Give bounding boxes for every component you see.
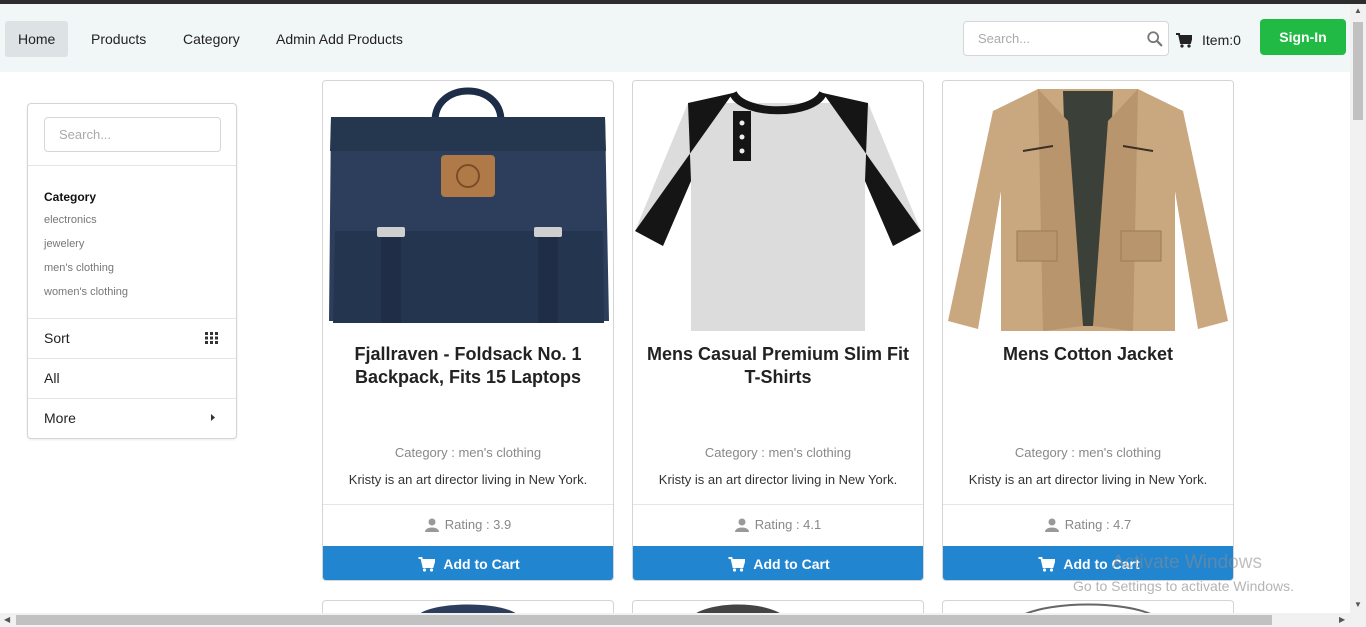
divider	[28, 398, 236, 399]
rating-text: Rating : 4.1	[754, 517, 822, 532]
category-electronics[interactable]: electronics	[44, 214, 97, 226]
vertical-scroll-thumb[interactable]	[1353, 22, 1363, 120]
product-category: Category : men's clothing	[1014, 445, 1162, 460]
nav-products[interactable]: Products	[78, 21, 159, 57]
add-to-cart-button[interactable]: Add to Cart	[323, 546, 613, 580]
more-item[interactable]: More	[44, 410, 76, 426]
product-card-partial[interactable]	[942, 600, 1234, 614]
scroll-right-arrow-icon[interactable]: ▶	[1339, 615, 1345, 624]
product-card-partial[interactable]	[632, 600, 924, 614]
product-description: Kristy is an art director living in New …	[968, 472, 1208, 487]
divider	[28, 318, 236, 319]
product-title[interactable]: Mens Casual Premium Slim Fit T-Shirts	[643, 343, 913, 389]
cart-icon	[418, 556, 436, 572]
activate-windows-hint: Go to Settings to activate Windows.	[1073, 578, 1294, 594]
product-card: Mens Casual Premium Slim Fit T-Shirts Ca…	[632, 80, 924, 581]
cart-link[interactable]: Item:0	[1176, 30, 1241, 50]
product-card-partial[interactable]	[322, 600, 614, 614]
rating-text: Rating : 3.9	[444, 517, 512, 532]
signin-button[interactable]: Sign-In	[1260, 19, 1346, 55]
product-category: Category : men's clothing	[394, 445, 542, 460]
divider	[633, 504, 923, 505]
divider	[323, 504, 613, 505]
sidebar-menu: Category electronics jewelery men's clot…	[27, 103, 237, 439]
nav-admin-add-products[interactable]: Admin Add Products	[263, 21, 416, 57]
divider	[28, 165, 236, 166]
vertical-scrollbar[interactable]: ▲ ▼	[1350, 4, 1366, 613]
product-description: Kristy is an art director living in New …	[658, 472, 898, 487]
product-image-tshirt[interactable]	[633, 81, 923, 332]
divider	[943, 504, 1233, 505]
horizontal-scroll-thumb[interactable]	[16, 615, 1272, 625]
nav-category[interactable]: Category	[170, 21, 253, 57]
product-rating: Rating : 4.1	[633, 517, 923, 532]
navbar-search-input[interactable]	[964, 22, 1144, 55]
add-to-cart-label: Add to Cart	[753, 556, 830, 572]
product-title[interactable]: Fjallraven - Foldsack No. 1 Backpack, Fi…	[333, 343, 603, 389]
product-description: Kristy is an art director living in New …	[348, 472, 588, 487]
product-rating: Rating : 4.7	[943, 517, 1233, 532]
cart-icon	[1176, 32, 1192, 48]
add-to-cart-label: Add to Cart	[443, 556, 520, 572]
divider	[28, 358, 236, 359]
nav-home[interactable]: Home	[5, 21, 69, 57]
scroll-down-arrow-icon[interactable]: ▼	[1354, 600, 1362, 609]
rating-text: Rating : 4.7	[1064, 517, 1132, 532]
user-icon	[734, 518, 749, 532]
navbar: Home Products Category Admin Add Product…	[0, 4, 1350, 72]
product-image-jacket[interactable]	[943, 81, 1233, 332]
cart-icon	[728, 556, 746, 572]
cart-count: Item:0	[1202, 32, 1241, 48]
horizontal-scrollbar[interactable]: ◀ ▶	[0, 613, 1366, 627]
category-jewelery[interactable]: jewelery	[44, 238, 84, 250]
caret-right-icon	[211, 414, 215, 421]
category-heading: Category	[44, 190, 97, 204]
product-title[interactable]: Mens Cotton Jacket	[953, 343, 1223, 366]
sidebar-search	[44, 117, 221, 152]
scroll-left-arrow-icon[interactable]: ◀	[4, 615, 10, 624]
navbar-search	[963, 21, 1169, 56]
product-category: Category : men's clothing	[704, 445, 852, 460]
product-card: Fjallraven - Foldsack No. 1 Backpack, Fi…	[322, 80, 614, 581]
user-icon	[424, 518, 439, 532]
activate-windows-watermark: Activate Windows	[1112, 552, 1262, 573]
grid-icon	[205, 332, 218, 344]
search-icon[interactable]	[1146, 30, 1164, 48]
sort-item[interactable]: Sort	[44, 330, 70, 346]
all-item[interactable]: All	[44, 370, 60, 386]
product-card: Mens Cotton Jacket Category : men's clot…	[942, 80, 1234, 581]
user-icon	[1044, 518, 1059, 532]
cart-icon	[1038, 556, 1056, 572]
add-to-cart-button[interactable]: Add to Cart	[633, 546, 923, 580]
product-rating: Rating : 3.9	[323, 517, 613, 532]
scroll-up-arrow-icon[interactable]: ▲	[1354, 6, 1362, 15]
product-image-backpack[interactable]	[323, 81, 613, 332]
category-womens-clothing[interactable]: women's clothing	[44, 286, 128, 298]
sidebar-search-input[interactable]	[45, 118, 220, 151]
category-mens-clothing[interactable]: men's clothing	[44, 262, 114, 274]
